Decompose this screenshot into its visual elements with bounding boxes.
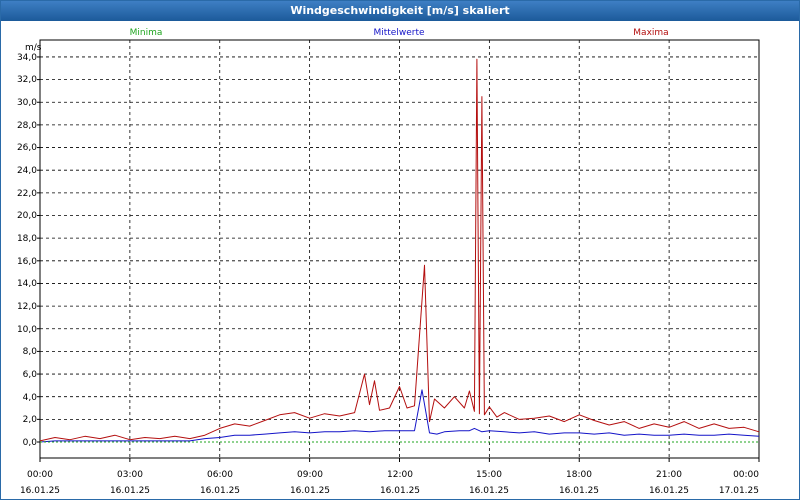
y-tick-label: 32,0 [17, 75, 37, 85]
x-tick-time: 12:00 [387, 470, 413, 480]
y-tick-label: 14,0 [17, 279, 37, 289]
x-tick-date: 16.01.25 [469, 486, 509, 496]
x-tick-date: 17.01.25 [719, 486, 759, 496]
x-tick-time: 18:00 [566, 470, 592, 480]
x-tick-date: 16.01.25 [20, 486, 60, 496]
y-tick-label: 6,0 [23, 370, 38, 380]
y-tick-label: 20,0 [17, 211, 37, 221]
y-axis-label: m/s [25, 43, 42, 53]
y-tick-label: 18,0 [17, 234, 37, 244]
x-tick-date: 16.01.25 [200, 486, 240, 496]
y-tick-label: 26,0 [17, 143, 37, 153]
x-tick-date: 16.01.25 [290, 486, 330, 496]
legend-mittelwerte: Mittelwerte [373, 28, 424, 38]
y-tick-labels: 0,0 2,0 4,0 6,0 8,0 10,0 12,0 14,0 16,0 … [17, 53, 37, 448]
y-tick-label: 2,0 [23, 415, 38, 425]
x-tick-date: 16.01.25 [110, 486, 150, 496]
x-tick-labels: 00:00 16.01.25 03:00 16.01.25 06:00 16.0… [20, 470, 759, 496]
x-tick-time: 00:00 [733, 470, 759, 480]
x-tick-date: 16.01.25 [649, 486, 689, 496]
x-tick-time: 06:00 [207, 470, 233, 480]
y-tick-label: 34,0 [17, 53, 37, 63]
y-tick-label: 28,0 [17, 121, 37, 131]
x-tick-time: 00:00 [27, 470, 53, 480]
y-tick-label: 24,0 [17, 166, 37, 176]
legend-minima: Minima [130, 28, 163, 38]
chart-canvas: m/s Minima Mittelwerte Maxima 0,0 2,0 4,… [17, 28, 760, 496]
x-tick-date: 16.01.25 [380, 486, 420, 496]
chart-window: Windgeschwindigkeit [m/s] skaliert m/s M… [0, 0, 800, 500]
x-tick-date: 16.01.25 [559, 486, 599, 496]
y-tick-label: 4,0 [23, 393, 38, 403]
x-tick-time: 03:00 [117, 470, 143, 480]
y-tick-label: 22,0 [17, 189, 37, 199]
y-tick-label: 10,0 [17, 325, 37, 335]
x-tick-time: 21:00 [656, 470, 682, 480]
window-title: Windgeschwindigkeit [m/s] skaliert [1, 1, 799, 21]
y-tick-label: 12,0 [17, 302, 37, 312]
x-tick-time: 09:00 [297, 470, 323, 480]
legend-maxima: Maxima [633, 28, 668, 38]
y-tick-label: 30,0 [17, 98, 37, 108]
x-tick-time: 15:00 [476, 470, 502, 480]
y-tick-label: 0,0 [23, 438, 38, 448]
y-tick-label: 8,0 [23, 347, 38, 357]
y-tick-label: 16,0 [17, 257, 37, 267]
